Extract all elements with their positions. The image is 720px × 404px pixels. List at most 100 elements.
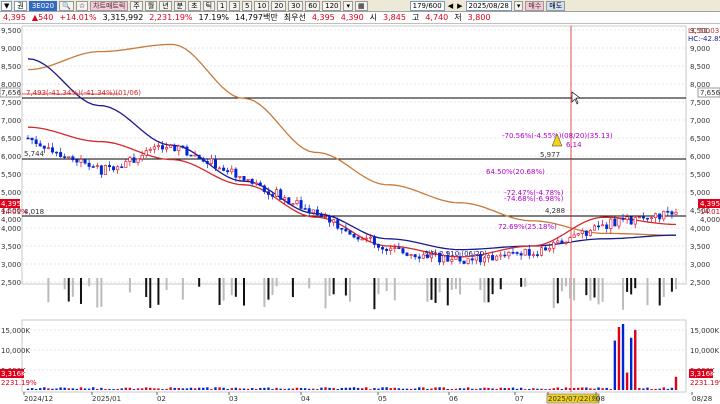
minute-120[interactable]: 120 xyxy=(322,0,342,11)
volume-bar xyxy=(87,388,91,390)
candle-body xyxy=(242,176,246,181)
signal-bar xyxy=(597,278,600,305)
tag-current-left-text: 4,395 xyxy=(1,200,21,208)
minute-1[interactable]: 1 xyxy=(217,0,228,11)
signal-bar xyxy=(438,278,441,293)
volume-bar xyxy=(63,387,66,390)
quote-high-label: 고 xyxy=(411,13,420,22)
buy-button[interactable]: 매수 xyxy=(525,0,545,11)
period-week[interactable]: 주 xyxy=(130,0,143,11)
minute-3[interactable]: 3 xyxy=(229,0,240,11)
volume-bar xyxy=(104,389,107,390)
quote-change-pct: +14.01% xyxy=(59,13,97,22)
signal-bar xyxy=(524,278,527,287)
volume-bar xyxy=(153,388,156,390)
star-icon[interactable]: ☆ xyxy=(75,0,89,11)
price-tick-left: 9,500 xyxy=(1,27,21,35)
volume-bar xyxy=(381,387,384,390)
search-icon[interactable]: 🔍 xyxy=(59,0,74,11)
candle-body xyxy=(144,150,148,156)
volume-bar xyxy=(55,388,58,390)
candle-body xyxy=(576,233,580,236)
signal-bar xyxy=(271,278,274,295)
minute-5[interactable]: 5 xyxy=(241,0,253,11)
prev-arrow-icon[interactable]: ◀ xyxy=(447,2,454,10)
candle-body xyxy=(205,161,209,164)
signal-bar xyxy=(96,278,99,308)
grid-icon[interactable]: ▦ xyxy=(355,0,368,11)
volume-bar xyxy=(316,389,319,390)
volume-bar xyxy=(287,388,291,390)
price-tick-left: 6,500 xyxy=(1,135,21,143)
volume-bar xyxy=(197,387,201,390)
candle-body xyxy=(389,247,393,251)
candle-body xyxy=(258,182,262,187)
volume-bar xyxy=(47,388,50,390)
quote-volume: 3,315,992 xyxy=(102,13,144,22)
candle-body xyxy=(234,168,238,178)
date-input[interactable]: 2025/08/28 xyxy=(465,0,512,11)
toolbar-mode[interactable]: 권 xyxy=(14,0,27,11)
candle-body xyxy=(266,191,270,195)
calendar-icon[interactable]: ▾ xyxy=(513,0,524,11)
signal-bar xyxy=(491,278,494,295)
settings-icon[interactable]: ▾ xyxy=(343,0,353,11)
minute-30[interactable]: 30 xyxy=(288,0,304,11)
quote-high: 4,740 xyxy=(425,13,449,22)
volume-bar xyxy=(597,387,600,390)
volume-bar xyxy=(491,388,494,390)
period-minute[interactable]: 분 xyxy=(173,0,187,11)
signal-bar xyxy=(593,278,596,298)
signal-bar xyxy=(324,278,327,309)
candle-body xyxy=(584,230,588,236)
stock-chart[interactable]: 9,5009,0008,5008,0007,5007,0006,5006,000… xyxy=(0,24,720,404)
candle-body xyxy=(572,234,576,238)
volume-bar xyxy=(499,387,502,390)
next-arrow-icon[interactable]: ▶ xyxy=(456,2,463,10)
period-tick[interactable]: 틱 xyxy=(202,0,216,11)
period-year[interactable]: 년 xyxy=(159,0,172,11)
time-tick-label: 08 xyxy=(596,395,605,403)
volume-bar xyxy=(132,389,136,390)
minute-10[interactable]: 10 xyxy=(254,0,270,11)
volume-bar xyxy=(642,388,645,390)
candle-body xyxy=(552,242,556,249)
volume-bar xyxy=(434,387,437,390)
candle-body xyxy=(63,156,67,158)
quote-pref-label: 최우선 xyxy=(283,13,306,22)
toolbar-dropdown[interactable]: ▼ xyxy=(1,0,13,11)
volume-bar xyxy=(430,388,433,390)
signal-bar xyxy=(145,278,148,298)
volume-bar xyxy=(308,388,311,390)
period-month[interactable]: 월 xyxy=(144,0,158,11)
volume-bar xyxy=(556,387,560,390)
period-second[interactable]: 초 xyxy=(188,0,201,11)
volume-bar xyxy=(291,388,295,390)
candle-body xyxy=(633,217,637,225)
volume-bar xyxy=(324,387,327,390)
signal-bar xyxy=(230,278,233,296)
candle-body xyxy=(156,145,160,148)
candle-body xyxy=(499,254,503,257)
sell-button[interactable]: 매도 xyxy=(546,0,566,11)
volume-bar xyxy=(165,388,168,390)
signal-bar xyxy=(630,278,633,295)
count-input[interactable]: 179/600 xyxy=(409,0,445,11)
candle-body xyxy=(311,209,315,214)
signal-bar xyxy=(658,278,661,306)
signal-bar xyxy=(67,278,70,302)
volume-bar xyxy=(585,387,588,390)
candle-body xyxy=(87,162,91,167)
volume-bar xyxy=(279,388,282,390)
candle-body xyxy=(356,236,360,240)
candle-body xyxy=(511,252,515,254)
signal-bar xyxy=(165,278,168,291)
minute-60[interactable]: 60 xyxy=(305,0,321,11)
candle-body xyxy=(544,247,548,251)
volume-bar xyxy=(666,388,670,390)
candle-body xyxy=(560,240,564,243)
chart-name-button[interactable]: 차트매트릭 xyxy=(90,0,129,11)
stock-code-input[interactable]: 3E020 xyxy=(28,0,58,11)
minute-20[interactable]: 20 xyxy=(271,0,287,11)
volume-bar xyxy=(75,388,79,390)
